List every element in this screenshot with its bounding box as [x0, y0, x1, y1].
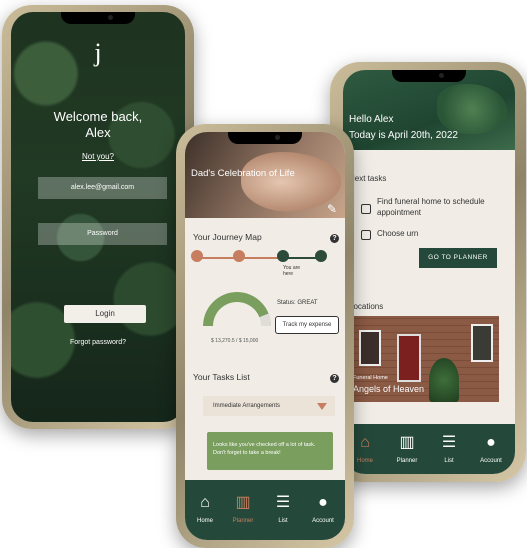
fern-image	[437, 84, 507, 134]
notch	[61, 12, 135, 24]
account-icon: ●	[486, 434, 496, 451]
journey-step[interactable]	[191, 250, 203, 262]
bottom-nav: ⌂ Home ▥ Planner ☰ List ● Account	[343, 424, 515, 474]
location-type: Funeral Home	[353, 375, 388, 381]
home-phone: Hello Alex Today is April 20th, 2022 Nex…	[330, 62, 526, 482]
list-icon: ☰	[275, 494, 291, 511]
planner-phone: Dad's Celebration of Life ✎ Your Journey…	[176, 124, 354, 548]
location-name: Angels of Heaven	[353, 384, 425, 394]
task-item: Choose urn	[377, 229, 419, 238]
task-item: Find funeral home to schedule appointmen…	[377, 197, 485, 217]
notch	[392, 70, 466, 82]
bottom-nav: ⌂ Home ▥ Planner ☰ List ● Account	[185, 480, 345, 540]
login-button[interactable]: Login	[64, 305, 146, 323]
nav-planner[interactable]: ▥ Planner	[387, 432, 427, 464]
planner-icon: ▥	[399, 434, 415, 451]
login-screen: j Welcome back, Alex Not you? alex.lee@g…	[11, 12, 185, 422]
app-logo: j	[94, 38, 102, 67]
journey-step-current[interactable]	[277, 250, 289, 262]
tasks-list-title: Your Tasks List	[193, 372, 250, 382]
help-icon[interactable]: ?	[330, 374, 339, 383]
track-expense-button[interactable]: Track my expense	[275, 316, 339, 334]
home-icon: ⌂	[200, 494, 210, 511]
edit-icon[interactable]: ✎	[327, 202, 337, 216]
task-checkbox[interactable]	[361, 230, 371, 240]
notch	[228, 132, 302, 144]
journey-step[interactable]	[315, 250, 327, 262]
nav-home[interactable]: ⌂ Home	[185, 492, 225, 524]
budget-amount: $ 13,270.5 / $ 15,000	[211, 338, 259, 344]
planner-screen: Dad's Celebration of Life ✎ Your Journey…	[185, 132, 345, 540]
forgot-password-link[interactable]: Forgot password?	[11, 339, 185, 346]
next-tasks-title: Next tasks	[349, 174, 387, 183]
journey-map-title: Your Journey Map	[193, 232, 262, 242]
greeting: Hello Alex	[349, 114, 394, 125]
nav-list[interactable]: ☰ List	[429, 432, 469, 464]
not-you-link[interactable]: Not you?	[11, 152, 185, 161]
planner-icon: ▥	[235, 494, 251, 511]
task-category-select[interactable]: Immediate Arrangements	[203, 396, 335, 416]
go-to-planner-button[interactable]: GO TO PLANNER	[419, 248, 497, 268]
nav-account[interactable]: ● Account	[303, 492, 343, 524]
budget-gauge	[203, 292, 271, 326]
home-icon: ⌂	[360, 434, 370, 451]
you-are-here-label: You are here	[283, 265, 301, 277]
nav-list[interactable]: ☰ List	[263, 492, 303, 524]
nav-planner[interactable]: ▥ Planner	[223, 492, 263, 524]
help-icon[interactable]: ?	[330, 234, 339, 243]
task-checkbox[interactable]	[361, 204, 371, 214]
email-field[interactable]: alex.lee@gmail.com	[38, 177, 167, 199]
nav-account[interactable]: ● Account	[471, 432, 511, 464]
home-screen: Hello Alex Today is April 20th, 2022 Nex…	[343, 70, 515, 474]
welcome-text: Welcome back, Alex	[11, 109, 185, 141]
login-phone: j Welcome back, Alex Not you? alex.lee@g…	[2, 5, 194, 429]
house-image	[359, 330, 381, 366]
chevron-down-icon	[317, 403, 327, 410]
password-field[interactable]: Password	[38, 223, 167, 245]
journey-track	[197, 257, 321, 259]
welcome-line2: Alex	[85, 125, 111, 140]
journey-step[interactable]	[233, 250, 245, 262]
status-text: Status: GREAT	[277, 300, 318, 306]
break-reminder: Looks like you've checked off a lot of t…	[207, 432, 333, 470]
account-icon: ●	[318, 494, 328, 511]
list-icon: ☰	[441, 434, 457, 451]
date-text: Today is April 20th, 2022	[349, 130, 458, 141]
event-title: Dad's Celebration of Life	[191, 168, 295, 179]
welcome-line1: Welcome back,	[53, 109, 143, 124]
locations-title: Locations	[349, 302, 384, 311]
